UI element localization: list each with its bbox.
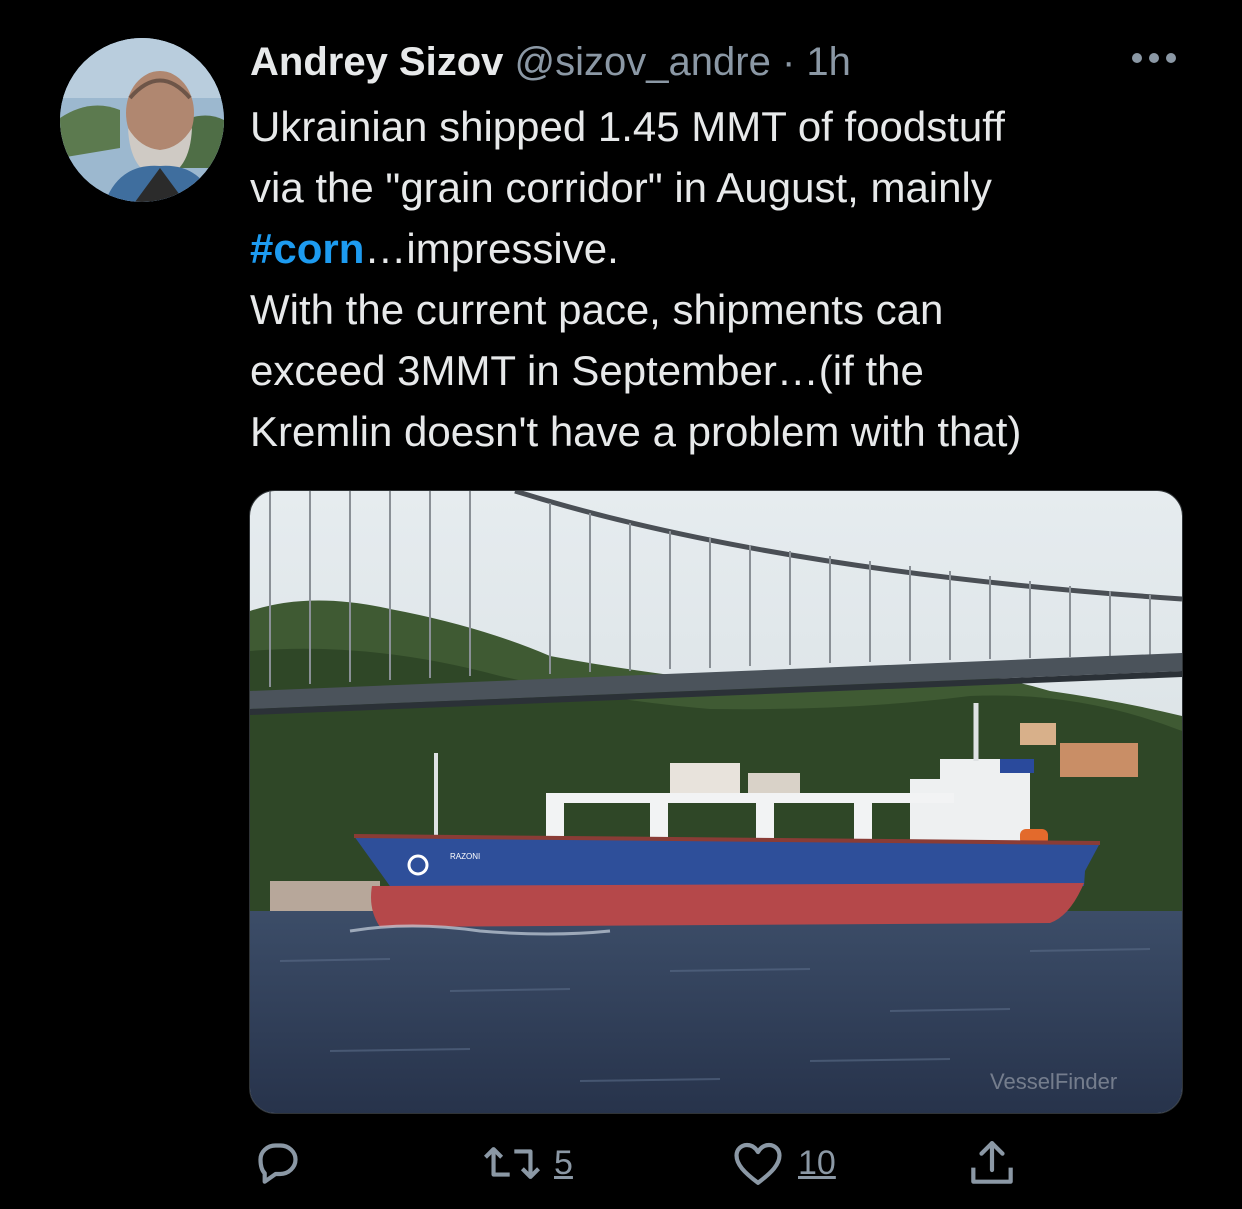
tweet-timestamp[interactable]: 1h bbox=[806, 40, 851, 84]
retweet-button[interactable]: 5 bbox=[482, 1128, 573, 1198]
author-name[interactable]: Andrey Sizov bbox=[250, 40, 503, 84]
separator-dot: · bbox=[781, 40, 796, 84]
tweet-header: Andrey Sizov @sizov_andre · 1h bbox=[250, 36, 851, 88]
hashtag-link[interactable]: #corn bbox=[250, 225, 364, 272]
tweet-actions-bar: 5 10 bbox=[0, 1128, 1242, 1198]
tweet-text-line: #corn…impressive. bbox=[250, 218, 1210, 279]
retweet-icon bbox=[483, 1147, 541, 1179]
tweet-text-line: via the "grain corridor" in August, main… bbox=[250, 164, 992, 211]
tweet-text-line: With the current pace, shipments can bbox=[250, 286, 944, 333]
heart-icon bbox=[734, 1142, 782, 1185]
share-button[interactable] bbox=[964, 1128, 1020, 1198]
share-icon bbox=[971, 1141, 1013, 1184]
author-handle[interactable]: @sizov_andre bbox=[515, 40, 771, 84]
photo-watermark: VesselFinder bbox=[990, 1069, 1117, 1094]
reply-button[interactable] bbox=[250, 1128, 306, 1198]
tweet-text-line: exceed 3MMT in September…(if the bbox=[250, 347, 924, 394]
like-button[interactable]: 10 bbox=[730, 1128, 836, 1198]
like-count: 10 bbox=[798, 1143, 836, 1182]
retweet-count: 5 bbox=[554, 1143, 573, 1182]
more-horizontal-icon bbox=[1132, 53, 1176, 63]
avatar[interactable] bbox=[60, 38, 224, 202]
tweet-text: Ukrainian shipped 1.45 MMT of foodstuff … bbox=[250, 96, 1210, 462]
tweet[interactable]: Andrey Sizov @sizov_andre · 1h Ukrainian… bbox=[0, 0, 1242, 1209]
reply-icon bbox=[258, 1143, 298, 1184]
ship-name: RAZONI bbox=[450, 852, 480, 861]
tweet-text-fragment: …impressive. bbox=[364, 225, 619, 272]
tweet-photo[interactable]: RAZONI VesselFinder bbox=[249, 490, 1183, 1114]
more-options-button[interactable] bbox=[1124, 38, 1184, 78]
tweet-text-line: Kremlin doesn't have a problem with that… bbox=[250, 408, 1022, 455]
tweet-text-line: Ukrainian shipped 1.45 MMT of foodstuff bbox=[250, 103, 1005, 150]
